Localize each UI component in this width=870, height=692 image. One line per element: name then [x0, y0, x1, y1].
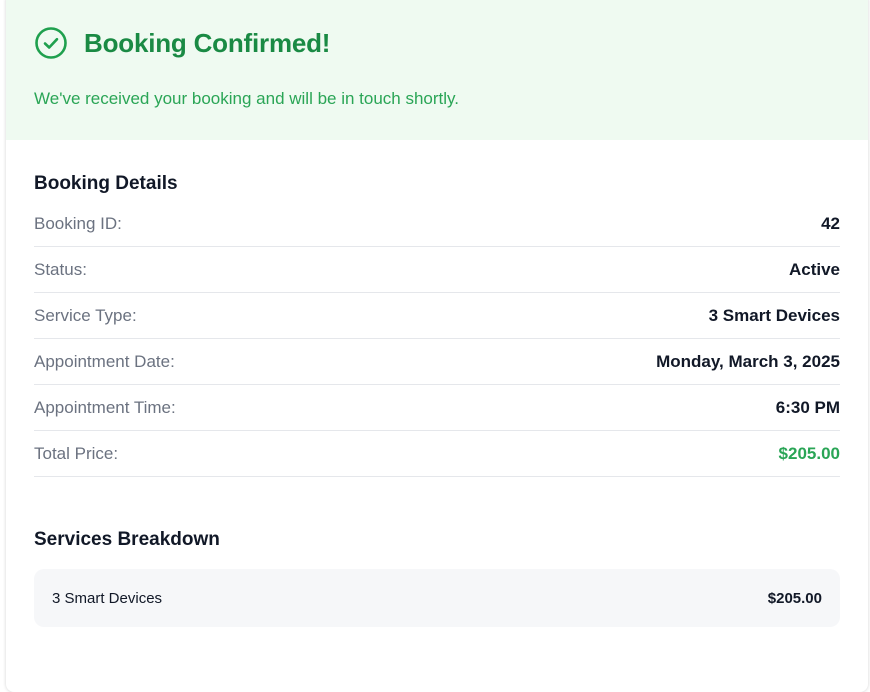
- detail-value: 6:30 PM: [775, 397, 840, 417]
- booking-details-section: Booking Details Booking ID: 42 Status: A…: [6, 140, 868, 627]
- detail-label: Status:: [34, 259, 87, 279]
- detail-label: Booking ID:: [34, 213, 122, 233]
- confirmation-header: Booking Confirmed! We've received your b…: [6, 0, 868, 140]
- detail-label: Service Type:: [34, 305, 137, 325]
- details-list: Booking ID: 42 Status: Active Service Ty…: [34, 201, 840, 477]
- service-price: $205.00: [767, 589, 822, 607]
- detail-row-service-type: Service Type: 3 Smart Devices: [34, 293, 840, 339]
- detail-row-status: Status: Active: [34, 247, 840, 293]
- detail-label: Appointment Date:: [34, 351, 175, 371]
- detail-value: 42: [821, 213, 840, 233]
- check-circle-icon: [34, 26, 68, 60]
- status-value: Active: [788, 259, 840, 279]
- booking-details-title: Booking Details: [34, 173, 178, 194]
- detail-value: 3 Smart Devices: [708, 305, 840, 325]
- detail-label: Total Price:: [34, 443, 119, 463]
- detail-row-appointment-date: Appointment Date: Monday, March 3, 2025: [34, 339, 840, 385]
- booking-confirmation-card: Booking Confirmed! We've received your b…: [6, 0, 868, 692]
- title-row: Booking Confirmed!: [34, 26, 330, 60]
- confirmation-subtitle: We've received your booking and will be …: [34, 89, 460, 108]
- detail-row-total-price: Total Price: $205.00: [34, 431, 840, 477]
- page-title: Booking Confirmed!: [84, 27, 331, 58]
- total-price-value: $205.00: [778, 443, 840, 463]
- detail-row-booking-id: Booking ID: 42: [34, 201, 840, 247]
- detail-label: Appointment Time:: [34, 397, 176, 417]
- detail-row-appointment-time: Appointment Time: 6:30 PM: [34, 385, 840, 431]
- list-item: 3 Smart Devices $205.00: [34, 569, 840, 627]
- service-name: 3 Smart Devices: [52, 589, 163, 607]
- services-breakdown-title: Services Breakdown: [34, 529, 220, 550]
- detail-value: Monday, March 3, 2025: [656, 351, 840, 371]
